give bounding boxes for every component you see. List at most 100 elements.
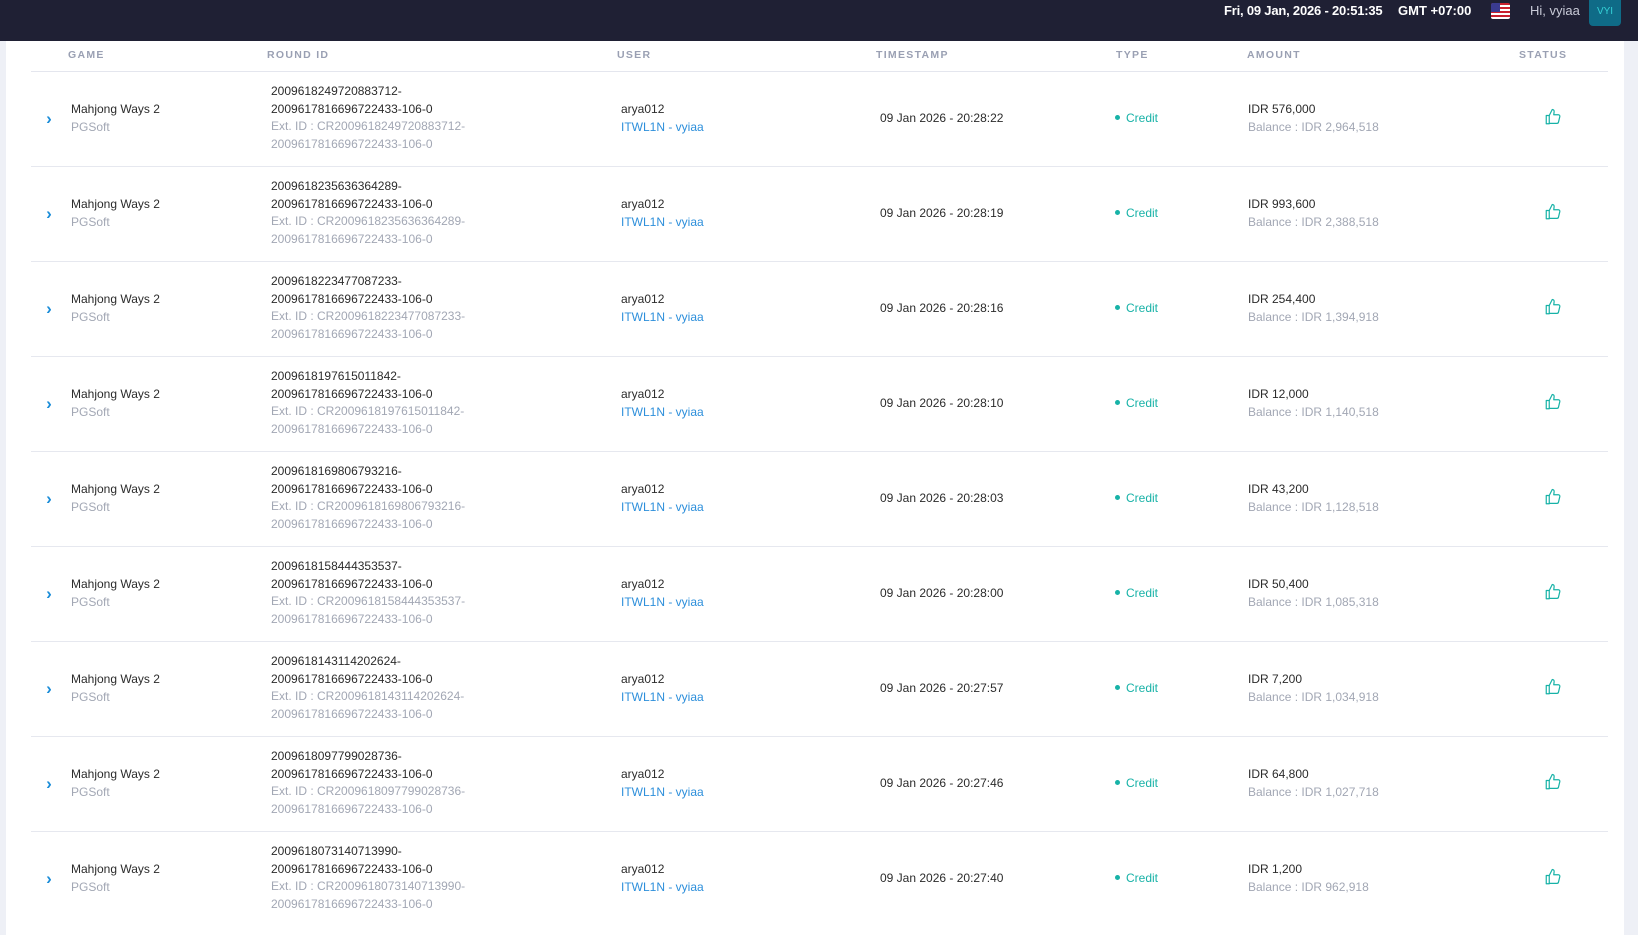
agent-link[interactable]: ITWL1N - vyiaa bbox=[621, 404, 704, 422]
agent-link[interactable]: ITWL1N - vyiaa bbox=[621, 119, 704, 137]
column-header-type: TYPE bbox=[1116, 49, 1149, 61]
user-cell: arya012 ITWL1N - vyiaa bbox=[621, 576, 704, 611]
chevron-right-icon[interactable]: › bbox=[39, 489, 59, 509]
agent-link[interactable]: ITWL1N - vyiaa bbox=[621, 879, 704, 897]
round-id-cell: 2009618169806793216- 2009617816696722433… bbox=[271, 463, 511, 533]
table-row: › Mahjong Ways 2 PGSoft 2009618073140713… bbox=[31, 832, 1608, 926]
chevron-right-icon[interactable]: › bbox=[39, 679, 59, 699]
round-id: 2009618223477087233- bbox=[271, 274, 402, 288]
agent-link[interactable]: ITWL1N - vyiaa bbox=[621, 214, 704, 232]
timezone-label: GMT +07:00 bbox=[1398, 3, 1472, 18]
us-flag-icon[interactable] bbox=[1491, 3, 1510, 19]
credit-dot-icon bbox=[1115, 685, 1120, 691]
external-id-continued: 2009617816696722433-106-0 bbox=[271, 516, 433, 531]
round-id: 2009618249720883712- bbox=[271, 84, 402, 98]
external-id: Ext. ID : CR2009618097799028736- bbox=[271, 784, 466, 798]
timestamp-cell: 09 Jan 2026 - 20:28:22 bbox=[880, 111, 1004, 125]
game-provider: PGSoft bbox=[71, 689, 110, 704]
type-cell: Credit bbox=[1115, 110, 1158, 128]
balance-value: Balance : IDR 2,964,518 bbox=[1248, 119, 1379, 134]
game-cell: Mahjong Ways 2 PGSoft bbox=[71, 861, 160, 896]
game-provider: PGSoft bbox=[71, 214, 110, 229]
credit-dot-icon bbox=[1115, 115, 1120, 121]
username: arya012 bbox=[621, 672, 665, 686]
timestamp-cell: 09 Jan 2026 - 20:28:03 bbox=[880, 491, 1004, 505]
timestamp-cell: 09 Jan 2026 - 20:28:19 bbox=[880, 206, 1004, 220]
game-name: Mahjong Ways 2 bbox=[71, 767, 160, 781]
type-cell: Credit bbox=[1115, 870, 1158, 888]
game-name: Mahjong Ways 2 bbox=[71, 672, 160, 686]
user-greeting[interactable]: Hi, vyiaa bbox=[1530, 0, 1580, 22]
chevron-right-icon[interactable]: › bbox=[39, 299, 59, 319]
type-cell: Credit bbox=[1115, 775, 1158, 793]
agent-link[interactable]: ITWL1N - vyiaa bbox=[621, 689, 704, 707]
chevron-right-icon[interactable]: › bbox=[39, 109, 59, 129]
table-row: › Mahjong Ways 2 PGSoft 2009618235636364… bbox=[31, 167, 1608, 262]
timestamp-cell: 09 Jan 2026 - 20:28:16 bbox=[880, 301, 1004, 315]
amount-value: IDR 7,200 bbox=[1248, 672, 1303, 686]
amount-value: IDR 254,400 bbox=[1248, 292, 1316, 306]
thumbs-up-icon[interactable] bbox=[1544, 488, 1564, 508]
external-id: Ext. ID : CR2009618158444353537- bbox=[271, 594, 466, 608]
game-cell: Mahjong Ways 2 PGSoft bbox=[71, 671, 160, 706]
credit-dot-icon bbox=[1115, 400, 1120, 406]
credit-dot-icon bbox=[1115, 875, 1120, 881]
thumbs-up-icon[interactable] bbox=[1544, 773, 1564, 793]
amount-value: IDR 1,200 bbox=[1248, 862, 1303, 876]
game-provider: PGSoft bbox=[71, 594, 110, 609]
round-id: 2009618169806793216- bbox=[271, 464, 402, 478]
timestamp-cell: 09 Jan 2026 - 20:28:10 bbox=[880, 396, 1004, 410]
amount-cell: IDR 576,000 Balance : IDR 2,964,518 bbox=[1248, 101, 1379, 136]
external-id: Ext. ID : CR2009618073140713990- bbox=[271, 879, 466, 893]
transactions-panel: GAME ROUND ID USER TIMESTAMP TYPE AMOUNT… bbox=[6, 41, 1624, 935]
scrollbar[interactable] bbox=[1628, 41, 1638, 935]
agent-link[interactable]: ITWL1N - vyiaa bbox=[621, 309, 704, 327]
thumbs-up-icon[interactable] bbox=[1544, 678, 1564, 698]
type-label: Credit bbox=[1126, 776, 1159, 790]
game-cell: Mahjong Ways 2 PGSoft bbox=[71, 766, 160, 801]
table-row: › Mahjong Ways 2 PGSoft 2009618197615011… bbox=[31, 357, 1608, 452]
chevron-right-icon[interactable]: › bbox=[39, 869, 59, 889]
amount-value: IDR 43,200 bbox=[1248, 482, 1309, 496]
round-id: 2009618158444353537- bbox=[271, 559, 402, 573]
external-id-continued: 2009617816696722433-106-0 bbox=[271, 421, 433, 436]
external-id: Ext. ID : CR2009618223477087233- bbox=[271, 309, 466, 323]
user-cell: arya012 ITWL1N - vyiaa bbox=[621, 196, 704, 231]
thumbs-up-icon[interactable] bbox=[1544, 108, 1564, 128]
external-id-continued: 2009617816696722433-106-0 bbox=[271, 231, 433, 246]
table-body: › Mahjong Ways 2 PGSoft 2009618249720883… bbox=[31, 72, 1608, 926]
round-id-continued: 2009617816696722433-106-0 bbox=[271, 671, 433, 686]
avatar[interactable]: VYI bbox=[1589, 0, 1621, 26]
thumbs-up-icon[interactable] bbox=[1544, 203, 1564, 223]
table-row: › Mahjong Ways 2 PGSoft 2009618169806793… bbox=[31, 452, 1608, 547]
chevron-right-icon[interactable]: › bbox=[39, 584, 59, 604]
agent-link[interactable]: ITWL1N - vyiaa bbox=[621, 594, 704, 612]
game-cell: Mahjong Ways 2 PGSoft bbox=[71, 196, 160, 231]
type-label: Credit bbox=[1126, 586, 1159, 600]
thumbs-up-icon[interactable] bbox=[1544, 393, 1564, 413]
agent-link[interactable]: ITWL1N - vyiaa bbox=[621, 499, 704, 517]
balance-value: Balance : IDR 2,388,518 bbox=[1248, 214, 1379, 229]
username: arya012 bbox=[621, 482, 665, 496]
amount-value: IDR 50,400 bbox=[1248, 577, 1309, 591]
thumbs-up-icon[interactable] bbox=[1544, 868, 1564, 888]
amount-value: IDR 993,600 bbox=[1248, 197, 1316, 211]
credit-dot-icon bbox=[1115, 495, 1120, 501]
agent-link[interactable]: ITWL1N - vyiaa bbox=[621, 784, 704, 802]
thumbs-up-icon[interactable] bbox=[1544, 583, 1564, 603]
chevron-right-icon[interactable]: › bbox=[39, 774, 59, 794]
game-name: Mahjong Ways 2 bbox=[71, 292, 160, 306]
type-cell: Credit bbox=[1115, 585, 1158, 603]
credit-dot-icon bbox=[1115, 305, 1120, 311]
game-cell: Mahjong Ways 2 PGSoft bbox=[71, 386, 160, 421]
thumbs-up-icon[interactable] bbox=[1544, 298, 1564, 318]
type-label: Credit bbox=[1126, 681, 1159, 695]
timestamp-cell: 09 Jan 2026 - 20:27:57 bbox=[880, 681, 1004, 695]
user-cell: arya012 ITWL1N - vyiaa bbox=[621, 386, 704, 421]
chevron-right-icon[interactable]: › bbox=[39, 394, 59, 414]
balance-value: Balance : IDR 1,034,918 bbox=[1248, 689, 1379, 704]
type-cell: Credit bbox=[1115, 395, 1158, 413]
balance-value: Balance : IDR 962,918 bbox=[1248, 879, 1369, 894]
round-id: 2009618073140713990- bbox=[271, 844, 402, 858]
chevron-right-icon[interactable]: › bbox=[39, 204, 59, 224]
